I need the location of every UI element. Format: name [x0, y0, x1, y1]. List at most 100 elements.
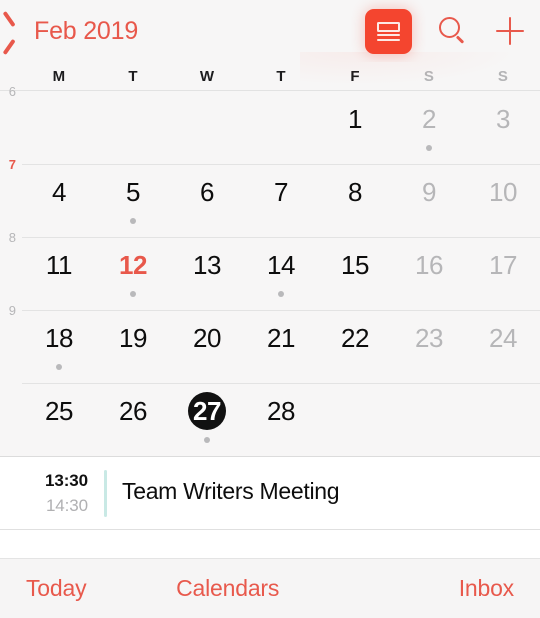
calendar-day-cell[interactable]: 1 — [318, 91, 392, 164]
calendar-day-cell[interactable]: 6 — [170, 164, 244, 237]
calendar-day-cell[interactable]: 2 — [392, 91, 466, 164]
calendar-day-cell[interactable]: 19 — [96, 310, 170, 383]
calendar-day-number: 21 — [266, 323, 296, 353]
event-indicator-dot — [130, 291, 136, 297]
calendar-day-cell[interactable]: 10 — [466, 164, 540, 237]
calendar-day-number: 28 — [266, 396, 296, 426]
calendar-day-cell[interactable]: 25 — [22, 383, 96, 456]
weekday-label-sun: S — [497, 67, 509, 85]
calendar-day-cell[interactable]: 27 — [170, 383, 244, 456]
calendar-day-empty — [170, 91, 244, 164]
calendar-day-number: 3 — [495, 104, 511, 134]
calendar-day-cell[interactable]: 26 — [96, 383, 170, 456]
calendar-day-cell[interactable]: 15 — [318, 237, 392, 310]
event-indicator-dot — [204, 437, 210, 443]
day-view-icon — [376, 19, 401, 43]
today-button[interactable]: Today — [26, 575, 87, 602]
navbar-actions — [365, 8, 526, 54]
calendar-day-cell[interactable]: 24 — [466, 310, 540, 383]
calendar-day-number: 5 — [125, 177, 141, 207]
event-indicator-dot — [130, 218, 136, 224]
calendar-day-number: 15 — [340, 250, 370, 280]
calendar-week-row: 8 11 12 13 14 15 16 17 — [0, 231, 540, 310]
calendar-day-cell[interactable]: 4 — [22, 164, 96, 237]
calendar-day-cell[interactable]: 18 — [22, 310, 96, 383]
calendar-day-empty — [318, 383, 392, 456]
event-indicator-dot — [56, 364, 62, 370]
event-start-time: 13:30 — [45, 470, 88, 490]
weekday-label-fri: F — [350, 67, 360, 85]
calendar-day-number: 7 — [273, 177, 289, 207]
calendar-day-number: 14 — [266, 250, 296, 280]
calendar-day-cell[interactable]: 9 — [392, 164, 466, 237]
event-title: Team Writers Meeting — [122, 477, 340, 504]
week-number: 8 — [8, 230, 16, 245]
calendar-day-cell[interactable]: 17 — [466, 237, 540, 310]
calendar-day-number: 2 — [421, 104, 437, 134]
calendar-day-cell[interactable]: 7 — [244, 164, 318, 237]
chevron-left-icon — [10, 16, 29, 46]
calendar-day-number: 8 — [347, 177, 363, 207]
calendar-day-cell[interactable]: 3 — [466, 91, 540, 164]
calendar-day-cell[interactable]: 12 — [96, 237, 170, 310]
calendar-day-number: 23 — [414, 323, 444, 353]
calendar-day-number — [188, 100, 226, 138]
weekday-label-sat: S — [423, 67, 435, 85]
calendar-day-empty — [96, 91, 170, 164]
event-time-range: 13:30 14:30 — [0, 470, 104, 517]
calendar-day-cell[interactable]: 11 — [22, 237, 96, 310]
navigation-bar: Feb 2019 — [0, 0, 540, 62]
calendar-day-number: 17 — [488, 250, 518, 280]
calendar-day-cell[interactable]: 22 — [318, 310, 392, 383]
calendar-day-number — [484, 392, 522, 430]
calendar-day-number — [40, 100, 78, 138]
weekday-label-thu: T — [276, 67, 286, 85]
calendar-day-empty — [392, 383, 466, 456]
calendar-day-number: 9 — [421, 177, 437, 207]
calendar-day-empty — [466, 383, 540, 456]
calendar-day-number — [336, 392, 374, 430]
weekday-label-mon: M — [52, 67, 66, 85]
calendar-day-cell[interactable]: 20 — [170, 310, 244, 383]
calendar-day-empty — [244, 91, 318, 164]
calendar-day-number: 27 — [188, 392, 226, 430]
calendar-day-number: 25 — [44, 396, 74, 426]
calendar-day-cell[interactable]: 16 — [392, 237, 466, 310]
week-number: 6 — [8, 84, 16, 99]
calendar-day-cell[interactable]: 13 — [170, 237, 244, 310]
calendar-day-cell[interactable]: 23 — [392, 310, 466, 383]
view-toggle-button[interactable] — [365, 8, 412, 54]
calendar-day-number — [410, 392, 448, 430]
calendar-day-cell[interactable]: 28 — [244, 383, 318, 456]
bottom-toolbar: Today Calendars Inbox — [0, 558, 540, 618]
calendar-day-number: 26 — [118, 396, 148, 426]
weekday-header: M T W T F S S — [0, 52, 540, 91]
event-row[interactable]: 13:30 14:30 Team Writers Meeting — [0, 464, 540, 523]
calendar-day-number: 22 — [340, 323, 370, 353]
event-indicator-dot — [426, 145, 432, 151]
calendar-day-number: 12 — [118, 250, 148, 280]
calendar-day-cell[interactable]: 21 — [244, 310, 318, 383]
week-number: 9 — [8, 303, 16, 318]
plus-icon[interactable] — [494, 15, 526, 47]
event-list: 13:30 14:30 Team Writers Meeting — [0, 456, 540, 530]
inbox-button[interactable]: Inbox — [459, 575, 514, 602]
calendar-day-number: 13 — [192, 250, 222, 280]
calendar-day-cell[interactable]: 8 — [318, 164, 392, 237]
calendar-day-number: 4 — [51, 177, 67, 207]
calendar-day-number: 18 — [44, 323, 74, 353]
calendar-day-number: 11 — [45, 250, 73, 280]
event-indicator-dot — [278, 291, 284, 297]
calendar-day-number: 6 — [199, 177, 215, 207]
calendars-button[interactable]: Calendars — [176, 575, 279, 602]
calendar-day-cell[interactable]: 5 — [96, 164, 170, 237]
calendar-week-row: 7 4 5 6 7 8 9 10 — [0, 158, 540, 237]
back-button[interactable]: Feb 2019 — [10, 16, 138, 46]
calendar-day-number: 19 — [118, 323, 148, 353]
weekday-label-tue: T — [128, 67, 138, 85]
calendar-day-number: 24 — [488, 323, 518, 353]
calendar-week-row: 9 18 19 20 21 22 23 24 — [0, 304, 540, 383]
calendar-day-number: 16 — [414, 250, 444, 280]
calendar-day-cell[interactable]: 14 — [244, 237, 318, 310]
search-icon[interactable] — [438, 16, 468, 46]
